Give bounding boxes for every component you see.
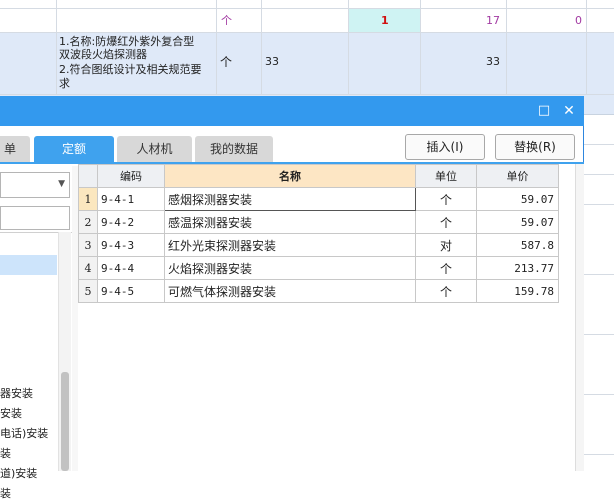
code-cell[interactable]: 9-4-5 <box>97 279 165 303</box>
price-cell[interactable]: 59.07 <box>476 210 559 234</box>
price-cell[interactable]: 213.77 <box>476 256 559 280</box>
row-number: 2 <box>78 210 98 234</box>
replace-button[interactable]: 替换(R) <box>495 134 575 160</box>
table-row[interactable]: 1 9-4-1 感烟探测器安装 个 59.07 <box>78 187 559 211</box>
corner-cell <box>78 164 98 188</box>
name-cell[interactable]: 可燃气体探测器安装 <box>164 279 416 303</box>
tab-labor-material-machine[interactable]: 人材机 <box>117 136 192 162</box>
tree-item[interactable]: 安装 <box>0 404 60 424</box>
insert-button[interactable]: 插入(I) <box>405 134 485 160</box>
code-cell[interactable]: 9-4-4 <box>97 256 165 280</box>
library-select[interactable]: ▼ <box>0 172 70 198</box>
bg-desc-line: 双波段火焰探测器 <box>59 48 147 61</box>
code-cell[interactable]: 9-4-3 <box>97 233 165 257</box>
row-number: 5 <box>78 279 98 303</box>
scrollbar-thumb[interactable] <box>61 372 69 471</box>
search-input[interactable] <box>0 206 70 230</box>
tree-selected-row[interactable] <box>0 255 57 275</box>
column-header-price[interactable]: 单价 <box>476 164 559 188</box>
dialog-titlebar[interactable]: □ ✕ <box>0 96 584 126</box>
left-panel: ▼ 器安装 安装 电话)安装 装 道)安装 装 <box>0 166 72 500</box>
table-vertical-scrollbar[interactable] <box>575 164 584 471</box>
unit-cell[interactable]: 对 <box>415 233 477 257</box>
tab-quota[interactable]: 定额 <box>34 136 114 162</box>
name-cell[interactable]: 感烟探测器安装 <box>164 187 416 211</box>
bg-qty: 1 <box>381 14 389 27</box>
bg-row <box>0 0 614 9</box>
tab-strip: 单 定额 人材机 我的数据 <box>0 134 400 162</box>
bg-unit: 个 <box>220 55 233 69</box>
bg-desc-line: 1.名称:防爆红外紫外复合型 <box>59 35 195 48</box>
code-cell[interactable]: 9-4-2 <box>97 210 165 234</box>
name-cell[interactable]: 火焰探测器安装 <box>164 256 416 280</box>
tree-item[interactable]: 道)安装 <box>0 464 60 484</box>
unit-cell[interactable]: 个 <box>415 256 477 280</box>
bg-right-area <box>584 115 614 471</box>
table-row[interactable]: 3 9-4-3 红外光束探测器安装 对 587.8 <box>78 233 559 257</box>
tree-item[interactable]: 电话)安装 <box>0 424 60 444</box>
price-cell[interactable]: 59.07 <box>476 187 559 211</box>
background-sheet: 个 1 17 0 1.名称:防爆红外紫外复合型 双波段火焰探测器 2.符合图纸设… <box>0 0 614 455</box>
tree-item[interactable]: 装 <box>0 484 60 504</box>
bg-qty2: 17 <box>486 14 500 27</box>
bg-zero: 0 <box>575 14 582 27</box>
code-cell[interactable]: 9-4-1 <box>97 187 165 211</box>
tab-my-data[interactable]: 我的数据 <box>195 136 273 162</box>
row-number: 4 <box>78 256 98 280</box>
bg-unit: 个 <box>221 14 232 27</box>
row-number: 1 <box>78 187 98 211</box>
maximize-icon[interactable]: □ <box>535 102 553 120</box>
bg-strip <box>584 95 614 115</box>
tree-scrollbar[interactable] <box>58 232 71 471</box>
bg-row: 个 1 17 0 <box>0 9 614 33</box>
close-icon[interactable]: ✕ <box>560 102 578 120</box>
table-row[interactable]: 2 9-4-2 感温探测器安装 个 59.07 <box>78 210 559 234</box>
column-header-unit[interactable]: 单位 <box>415 164 477 188</box>
row-number: 3 <box>78 233 98 257</box>
table-row[interactable]: 4 9-4-4 火焰探测器安装 个 213.77 <box>78 256 559 280</box>
chevron-down-icon: ▼ <box>58 179 65 189</box>
bg-qty2: 33 <box>486 55 500 68</box>
table-header-row: 编码 名称 单位 单价 <box>78 164 559 188</box>
unit-cell[interactable]: 个 <box>415 279 477 303</box>
bg-qty: 33 <box>265 55 279 68</box>
tab-partial[interactable]: 单 <box>0 136 30 162</box>
unit-cell[interactable]: 个 <box>415 210 477 234</box>
quota-dialog: □ ✕ 单 定额 人材机 我的数据 插入(I) 替换(R) ▼ 器安装 安装 电… <box>0 96 584 500</box>
bg-desc-line: 2.符合图纸设计及相关规范要 <box>59 63 202 76</box>
column-header-code[interactable]: 编码 <box>97 164 165 188</box>
table-row[interactable]: 5 9-4-5 可燃气体探测器安装 个 159.78 <box>78 279 559 303</box>
price-cell[interactable]: 587.8 <box>476 233 559 257</box>
price-cell[interactable]: 159.78 <box>476 279 559 303</box>
name-cell[interactable]: 感温探测器安装 <box>164 210 416 234</box>
tree-item[interactable]: 器安装 <box>0 384 60 404</box>
name-cell[interactable]: 红外光束探测器安装 <box>164 233 416 257</box>
unit-cell[interactable]: 个 <box>415 187 477 211</box>
column-header-name[interactable]: 名称 <box>164 164 416 188</box>
bg-desc-line: 求 <box>59 77 70 90</box>
bg-row-selected: 1.名称:防爆红外紫外复合型 双波段火焰探测器 2.符合图纸设计及相关规范要 求… <box>0 33 614 95</box>
quota-table: 编码 名称 单位 单价 1 9-4-1 感烟探测器安装 个 59.07 2 9-… <box>78 164 560 303</box>
tree-item[interactable]: 装 <box>0 444 60 464</box>
